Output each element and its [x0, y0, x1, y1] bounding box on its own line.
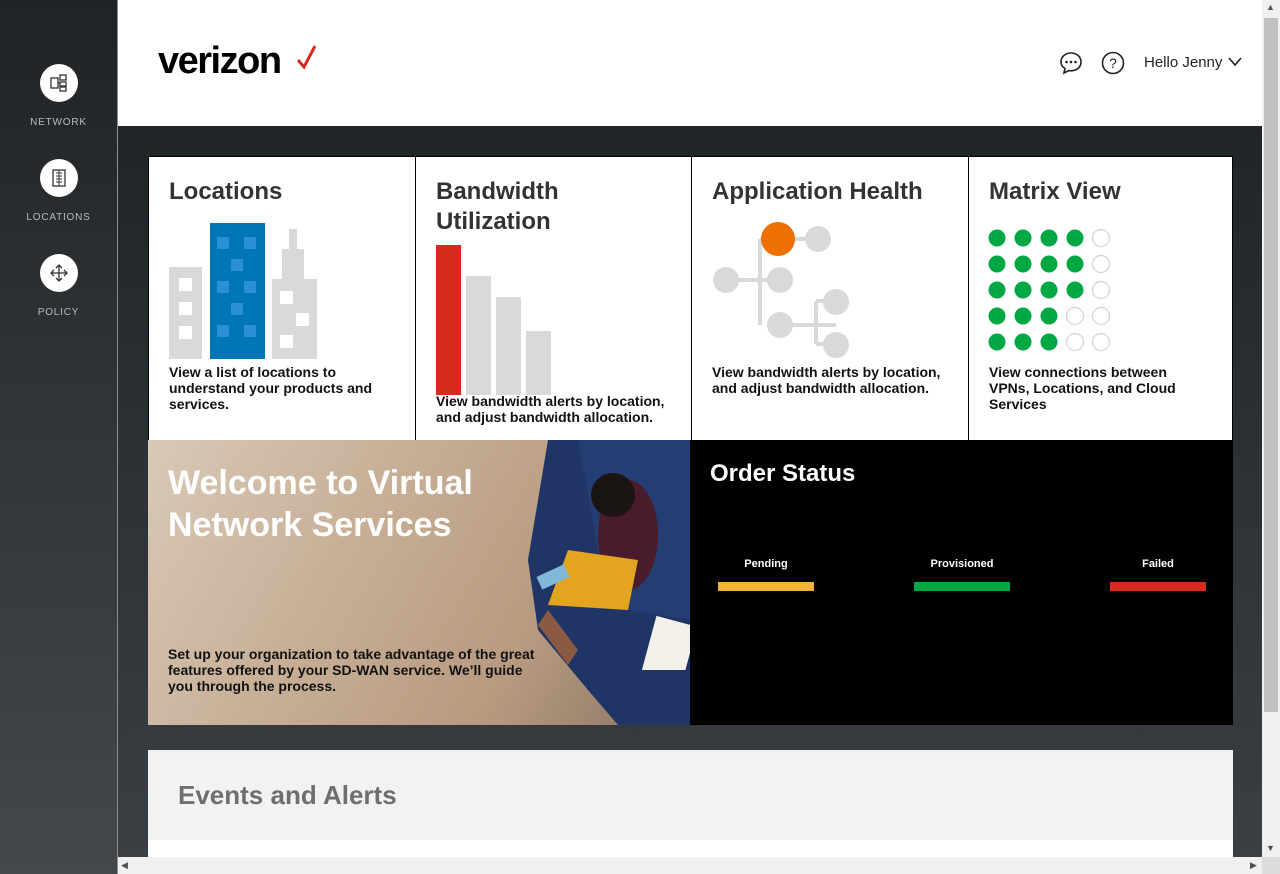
welcome-banner: Welcome to Virtual Network Services Set … — [148, 440, 690, 725]
sidebar-item-network[interactable]: NETWORK — [0, 64, 117, 128]
buildings-illustration — [169, 223, 317, 359]
vertical-scrollbar-thumb[interactable] — [1264, 18, 1278, 712]
header: verizon ? Hello Jenny — [118, 0, 1262, 126]
help-icon[interactable]: ? — [1101, 51, 1125, 75]
sidebar-item-label: POLICY — [37, 307, 80, 318]
status-bar-provisioned — [914, 582, 1010, 591]
matrix-dot-filled — [1014, 255, 1032, 273]
scroll-down-arrow-icon[interactable]: ▼ — [1266, 843, 1275, 853]
move-arrows-icon — [39, 254, 78, 292]
status-label-failed: Failed — [1142, 558, 1174, 570]
chat-icon[interactable] — [1059, 51, 1083, 75]
scroll-left-arrow-icon[interactable]: ◀ — [121, 860, 128, 871]
matrix-dot-filled — [1040, 307, 1058, 325]
logo-check-icon — [296, 45, 317, 70]
events-title: Events and Alerts — [178, 780, 397, 810]
matrix-dots-illustration — [988, 229, 1111, 352]
tile-bandwidth-utilization[interactable]: Bandwidth Utilization View bandwidth ale… — [415, 156, 692, 441]
order-status-title: Order Status — [710, 460, 856, 487]
horizontal-scrollbar[interactable] — [118, 857, 1262, 874]
sidebar-item-label: NETWORK — [30, 117, 87, 128]
matrix-dot-filled — [1014, 333, 1032, 351]
tile-title: Matrix View — [989, 178, 1121, 205]
chevron-down-icon[interactable] — [1228, 57, 1242, 67]
network-icon — [39, 64, 78, 102]
welcome-title: Welcome to Virtual Network Services — [168, 464, 473, 544]
status-bar-pending — [718, 582, 814, 591]
matrix-dot-filled — [1040, 255, 1058, 273]
matrix-dot-filled — [1040, 333, 1058, 351]
tile-description: View bandwidth alerts by location, and a… — [436, 393, 665, 425]
matrix-dot-empty — [1091, 306, 1111, 326]
matrix-dot-filled — [1066, 281, 1084, 299]
scroll-up-arrow-icon[interactable]: ▲ — [1266, 2, 1275, 12]
matrix-dot-empty — [1091, 332, 1111, 352]
tile-description: View bandwidth alerts by location, and a… — [712, 364, 941, 396]
scrollbar-corner — [1262, 857, 1280, 874]
matrix-dot-empty — [1091, 229, 1111, 248]
status-label-pending: Pending — [744, 558, 788, 570]
matrix-dot-filled — [1040, 229, 1058, 247]
sidebar-item-label: LOCATIONS — [26, 212, 91, 223]
dashboard-main: Locations View a list of locations to un… — [118, 126, 1262, 857]
matrix-dot-filled — [1066, 229, 1084, 247]
matrix-dot-empty — [1091, 280, 1111, 300]
verizon-logo[interactable]: verizon — [158, 40, 282, 83]
tile-locations[interactable]: Locations View a list of locations to un… — [148, 156, 416, 441]
user-greeting[interactable]: Hello Jenny — [1144, 54, 1222, 71]
matrix-dot-filled — [988, 255, 1006, 273]
tile-description: View connections between VPNs, Locations… — [989, 364, 1176, 412]
events-alerts-panel: Events and Alerts — [148, 750, 1233, 857]
scroll-right-arrow-icon[interactable]: ▶ — [1250, 860, 1257, 871]
matrix-dot-filled — [1014, 229, 1032, 247]
tile-title: Locations — [169, 178, 283, 205]
bandwidth-bars-illustration — [436, 245, 551, 395]
tile-description: View a list of locations to understand y… — [169, 364, 373, 412]
sidebar: NETWORK LOCATIONS POLICY — [0, 0, 117, 874]
events-content — [148, 840, 1233, 857]
matrix-dot-filled — [988, 229, 1006, 247]
matrix-dot-empty — [1065, 306, 1085, 326]
status-label-provisioned: Provisioned — [930, 558, 994, 570]
svg-text:?: ? — [1109, 55, 1117, 71]
tile-title: Bandwidth Utilization — [436, 178, 559, 235]
matrix-dot-empty — [1091, 254, 1111, 274]
matrix-dot-filled — [1066, 255, 1084, 273]
tile-title: Application Health — [712, 178, 923, 205]
matrix-dot-filled — [988, 281, 1006, 299]
welcome-description: Set up your organization to take advanta… — [168, 646, 535, 694]
matrix-dot-filled — [988, 307, 1006, 325]
order-status-panel[interactable]: Order Status Pending Provisioned Failed — [690, 440, 1233, 725]
app-health-tree-illustration — [713, 222, 849, 358]
matrix-dot-filled — [1040, 281, 1058, 299]
tile-matrix-view[interactable]: Matrix View View connections between VPN… — [968, 156, 1233, 441]
status-bar-failed — [1110, 582, 1206, 591]
tile-application-health[interactable]: Application Health View bandwidth alerts… — [691, 156, 969, 441]
sidebar-item-locations[interactable]: LOCATIONS — [0, 159, 117, 223]
building-icon — [39, 159, 78, 197]
matrix-dot-filled — [1014, 307, 1032, 325]
sidebar-item-policy[interactable]: POLICY — [0, 254, 117, 318]
matrix-dot-empty — [1065, 332, 1085, 352]
matrix-dot-filled — [1014, 281, 1032, 299]
matrix-dot-filled — [988, 333, 1006, 351]
